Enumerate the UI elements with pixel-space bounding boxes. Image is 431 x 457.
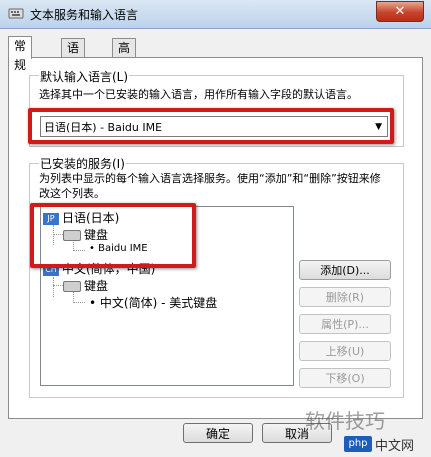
default-language-label: 默认输入语言(L) bbox=[39, 68, 130, 85]
move-up-button[interactable]: 上移(U) bbox=[299, 341, 391, 361]
close-button[interactable]: ✕ bbox=[376, 1, 424, 22]
highlight-box-default-language bbox=[28, 108, 394, 144]
tab-general[interactable]: 常规 bbox=[8, 36, 33, 72]
highlight-box-installed-service bbox=[30, 203, 196, 268]
keyboard-icon bbox=[63, 281, 81, 292]
window-title: 文本服务和输入语言 bbox=[30, 8, 139, 22]
tree-connector bbox=[53, 285, 63, 286]
move-down-button[interactable]: 下移(O) bbox=[299, 368, 391, 388]
close-icon: ✕ bbox=[394, 4, 406, 19]
tree-node-us-keyboard[interactable]: • 中文(简体) - 美式键盘 bbox=[89, 294, 217, 311]
tree-connector bbox=[53, 277, 54, 297]
tab-language-bar[interactable]: 语言栏 bbox=[61, 38, 86, 93]
tree-connector bbox=[73, 302, 85, 303]
watermark-text: 软件技巧 bbox=[305, 409, 385, 433]
add-button[interactable]: 添加(D)... bbox=[299, 260, 391, 280]
php-logo: php bbox=[344, 436, 372, 452]
installed-services-label: 已安装的服务(I) bbox=[39, 155, 126, 172]
bullet-icon: • bbox=[89, 296, 97, 310]
tree-node-chinese-keyboard[interactable]: 键盘 bbox=[63, 277, 108, 294]
keyboard-app-icon bbox=[8, 8, 24, 19]
properties-button[interactable]: 属性(P)... bbox=[299, 314, 391, 334]
installed-services-description: 为列表中显示的每个输入语言选择服务。使用“添加”和“删除”按钮来修改这个列表。 bbox=[39, 172, 381, 200]
tree-node-item: 中文(简体) - 美式键盘 bbox=[99, 296, 218, 310]
dialog-window: 文本服务和输入语言 ✕ 常规 语言栏 高级键设置 默认输入语言(L) 选择其中一… bbox=[0, 0, 431, 457]
tree-node-group: 键盘 bbox=[84, 279, 109, 293]
watermark-site: 中文网 bbox=[375, 439, 415, 454]
tab-advanced-key-settings[interactable]: 高级键设置 bbox=[112, 38, 137, 131]
remove-button[interactable]: 删除(R) bbox=[299, 287, 391, 307]
title-bar: 文本服务和输入语言 ✕ bbox=[0, 0, 431, 29]
default-language-description: 选择其中一个已安装的输入语言，用作所有输入字段的默认语言。 bbox=[39, 88, 358, 101]
ok-button[interactable]: 确定 bbox=[183, 423, 253, 443]
